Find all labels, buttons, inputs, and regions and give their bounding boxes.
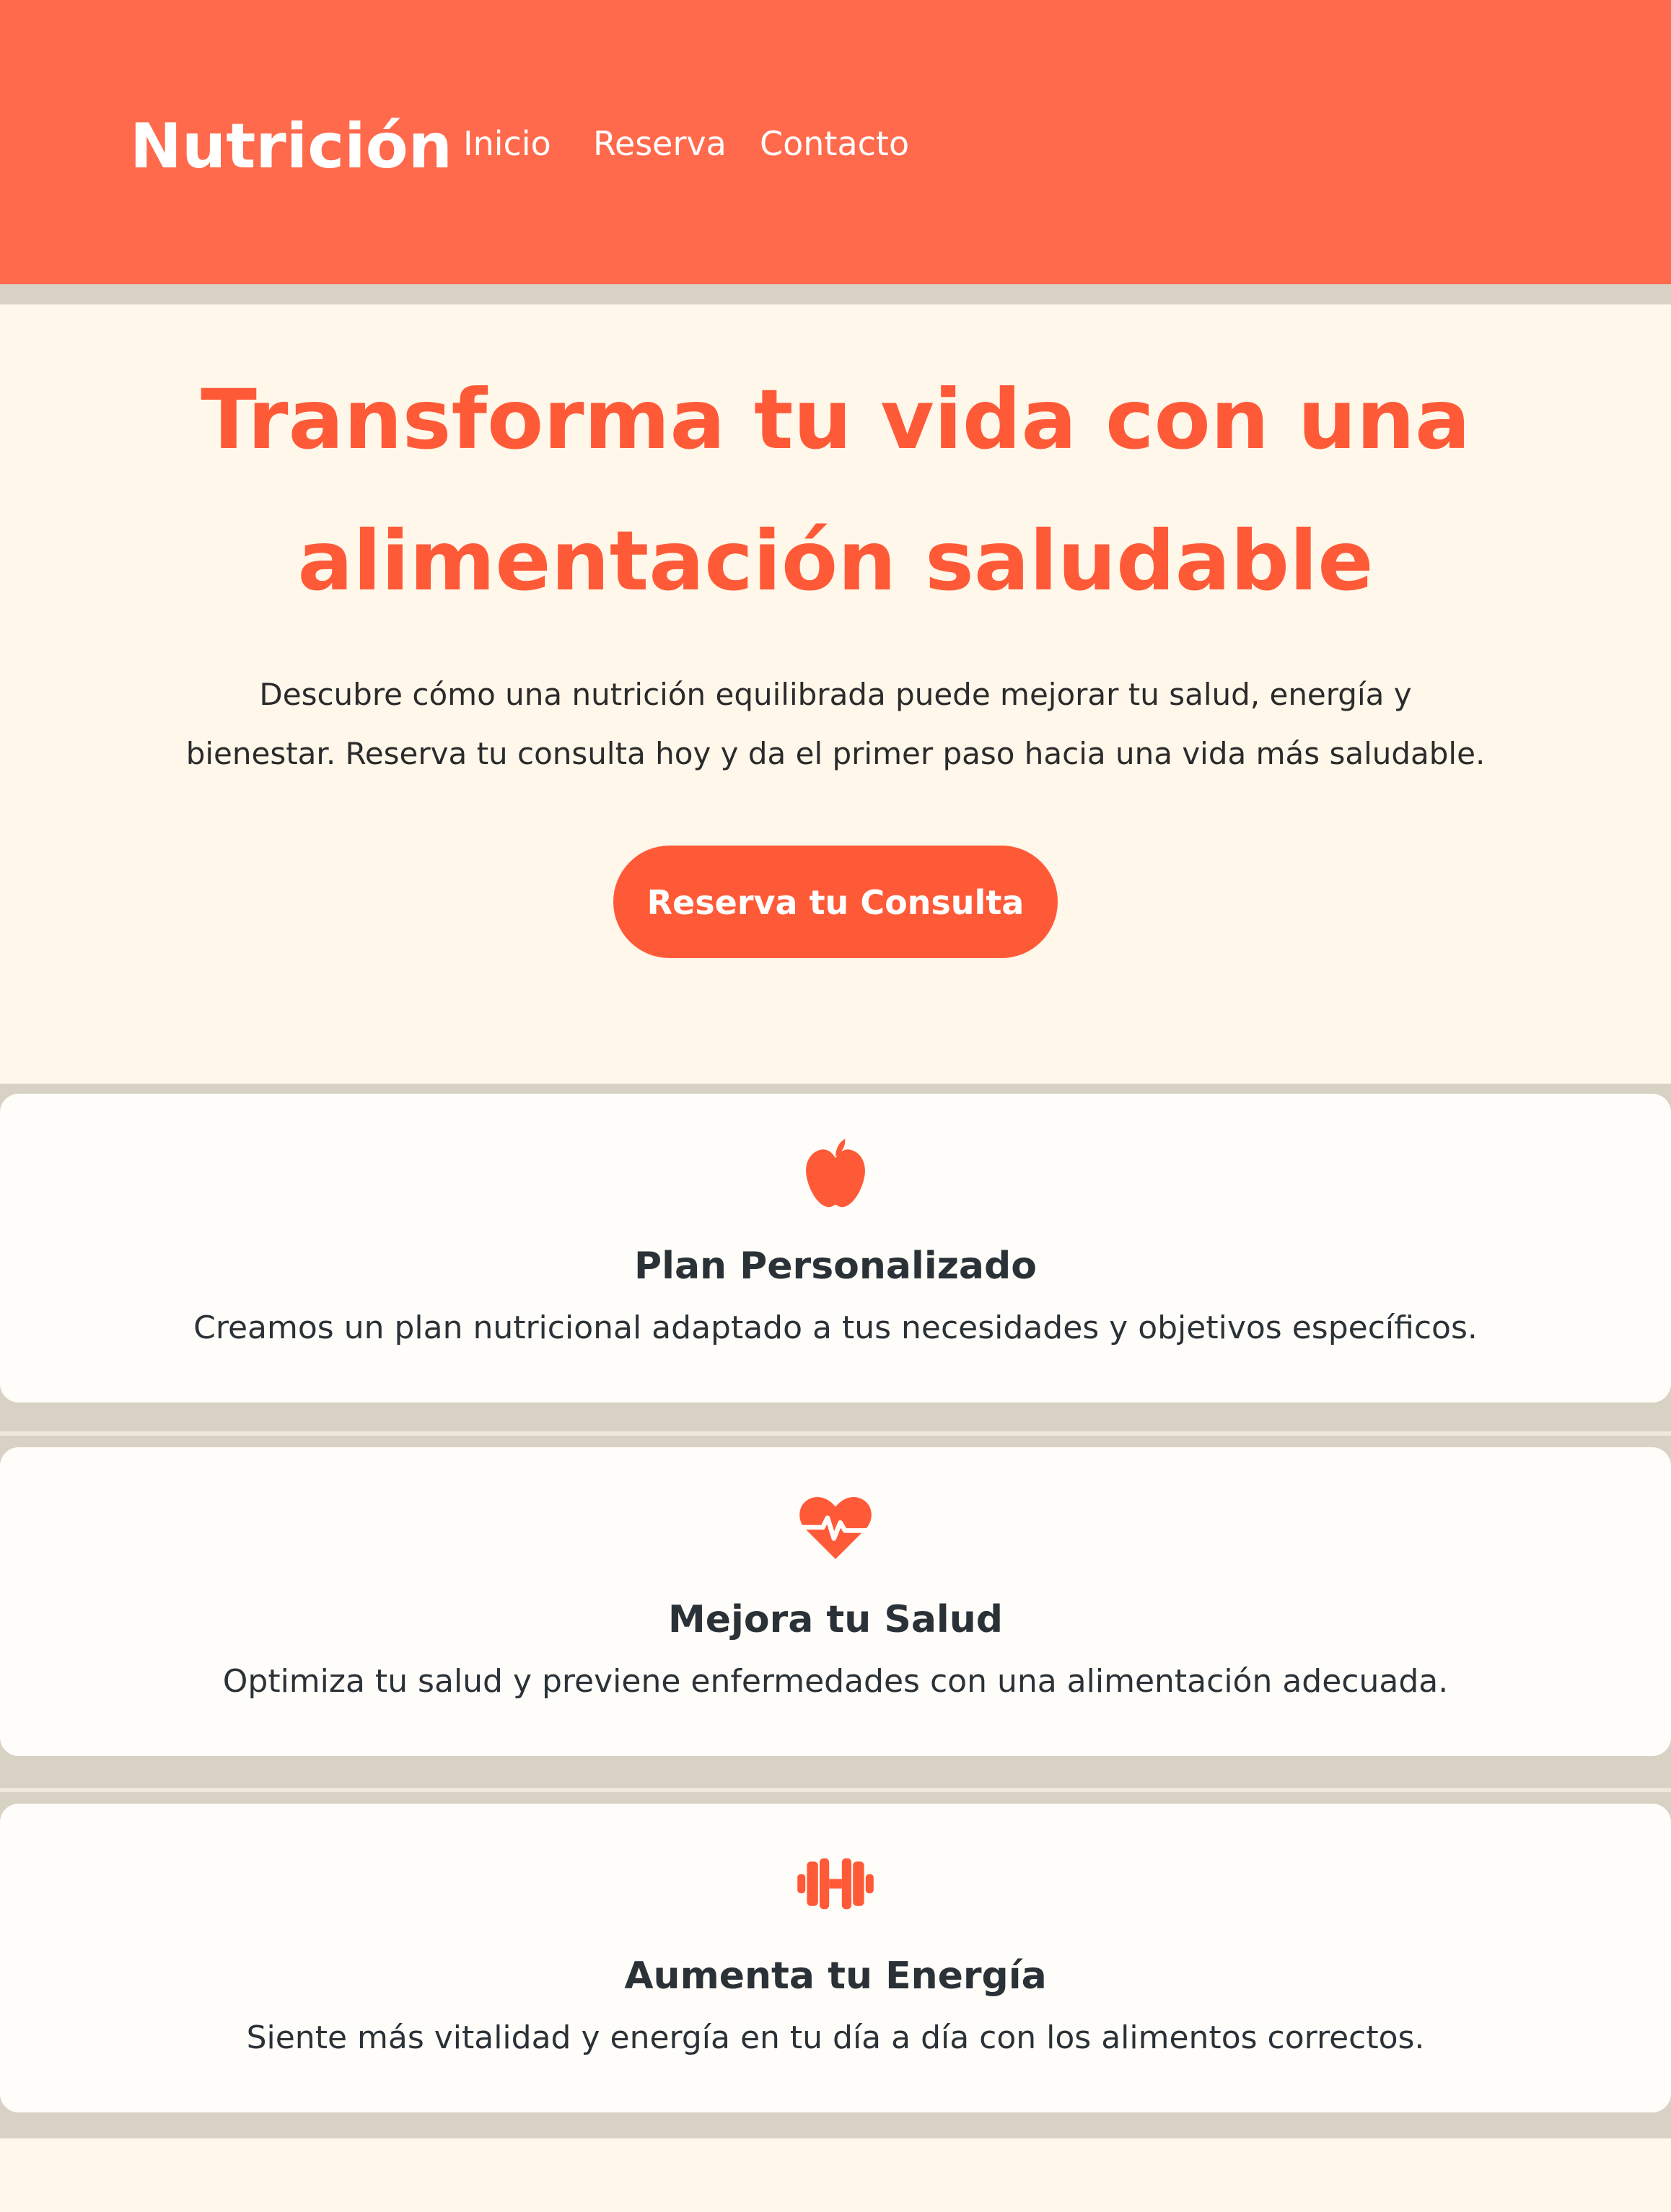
feature-title: Plan Personalizado <box>634 1245 1037 1288</box>
hero-description-line-2: bienestar. Reserva tu consulta hoy y da … <box>185 736 1486 771</box>
nav-link-inicio[interactable]: Inicio <box>463 121 551 166</box>
feature-description: Siente más vitalidad y energía en tu día… <box>246 2019 1425 2056</box>
feature-description: Optimiza tu salud y previene enfermedade… <box>222 1663 1449 1700</box>
book-consultation-button[interactable]: Reserva tu Consulta <box>613 846 1058 958</box>
nav-link-reserva[interactable]: Reserva <box>593 121 727 166</box>
card-divider <box>0 1431 1671 1436</box>
dumbbell-icon <box>796 1844 875 1923</box>
feature-title: Mejora tu Salud <box>668 1598 1003 1641</box>
card-divider <box>0 1788 1671 1792</box>
feature-card-energia: Aumenta tu Energía Siente más vitalidad … <box>0 1804 1671 2112</box>
hero-title-line-2: alimentación saludable <box>297 513 1374 609</box>
site-header: Nutrición Inicio Reserva Contacto <box>0 0 1671 284</box>
hero-title: Transforma tu vida con una alimentación … <box>0 349 1671 632</box>
feature-card-salud: Mejora tu Salud Optimiza tu salud y prev… <box>0 1447 1671 1756</box>
heart-pulse-icon <box>796 1488 875 1567</box>
apple-icon <box>796 1134 875 1213</box>
feature-card-plan: Plan Personalizado Creamos un plan nutri… <box>0 1094 1671 1403</box>
hero-description-line-1: Descubre cómo una nutrición equilibrada … <box>259 677 1412 712</box>
hero-title-line-1: Transforma tu vida con una <box>201 372 1470 468</box>
header-separator <box>0 284 1671 304</box>
feature-description: Creamos un plan nutricional adaptado a t… <box>193 1309 1478 1346</box>
nav-link-contacto[interactable]: Contacto <box>760 121 909 166</box>
brand-logo[interactable]: Nutrición <box>130 107 452 186</box>
feature-title: Aumenta tu Energía <box>624 1954 1047 1998</box>
hero-description: Descubre cómo una nutrición equilibrada … <box>0 665 1671 784</box>
